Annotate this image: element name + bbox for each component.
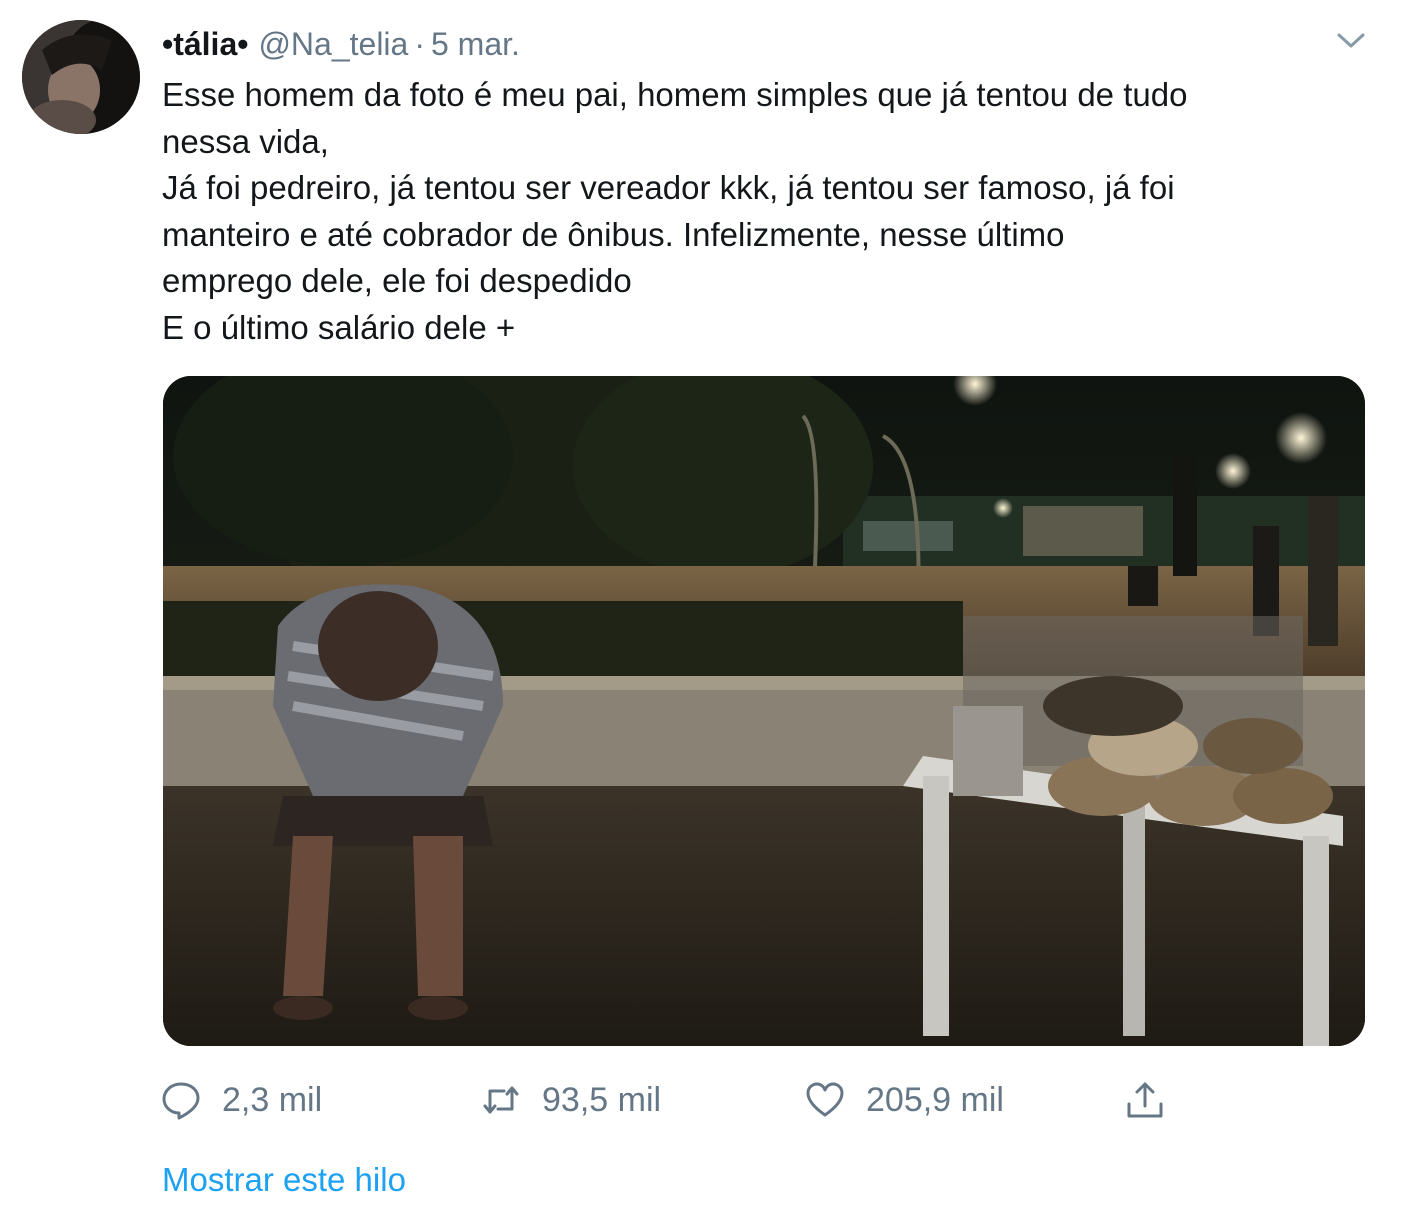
tweet-text-line: nessa vida, xyxy=(162,122,329,160)
retweet-arrows-icon xyxy=(483,1086,519,1114)
tweet-text-line: emprego dele, ele foi despedido xyxy=(162,262,632,299)
show-thread-link[interactable]: Mostrar este hilo xyxy=(162,1158,406,1202)
user-handle[interactable]: @Na_telia xyxy=(258,26,408,62)
heart-icon xyxy=(806,1082,844,1117)
tweet-text-line: manteiro e até cobrador de ônibus. Infel… xyxy=(162,215,1065,253)
share-button[interactable] xyxy=(1124,1072,1186,1128)
tweet-text: Esse homem da foto é meu pai, homem simp… xyxy=(162,72,1372,351)
night-scene-photo xyxy=(163,376,1365,1046)
retweet-button[interactable]: 93,5 mil xyxy=(480,1072,661,1128)
action-bar: 2,3 mil 93,5 mil 205,9 mil xyxy=(0,1072,1410,1128)
avatar-image xyxy=(22,20,140,134)
reply-count: 2,3 mil xyxy=(222,1080,323,1119)
display-name[interactable]: •tália• xyxy=(162,26,248,62)
reply-button[interactable]: 2,3 mil xyxy=(160,1072,322,1128)
chevron-down-icon[interactable] xyxy=(1334,28,1368,52)
tweet-header: •tália• @Na_telia · 5 mar. xyxy=(162,24,520,64)
tweet-text-line: Já foi pedreiro, já tentou ser vereador … xyxy=(162,169,1175,206)
speech-bubble-icon xyxy=(162,1082,200,1120)
avatar[interactable] xyxy=(22,20,140,134)
retweet-count: 93,5 mil xyxy=(542,1080,662,1119)
share-upload-icon xyxy=(1127,1082,1163,1118)
like-button[interactable]: 205,9 mil xyxy=(804,1072,1004,1128)
separator-dot: · xyxy=(414,26,425,62)
tweet-card: •tália• @Na_telia · 5 mar. Esse homem da fo… xyxy=(0,0,1410,1226)
like-count: 205,9 mil xyxy=(866,1080,1004,1119)
tweet-text-line: E o último salário dele + xyxy=(162,308,516,346)
tweet-text-line: Esse homem da foto é meu pai, homem simp… xyxy=(162,76,1188,113)
tweet-date[interactable]: 5 mar. xyxy=(431,26,520,62)
tweet-photo[interactable] xyxy=(163,376,1365,1046)
